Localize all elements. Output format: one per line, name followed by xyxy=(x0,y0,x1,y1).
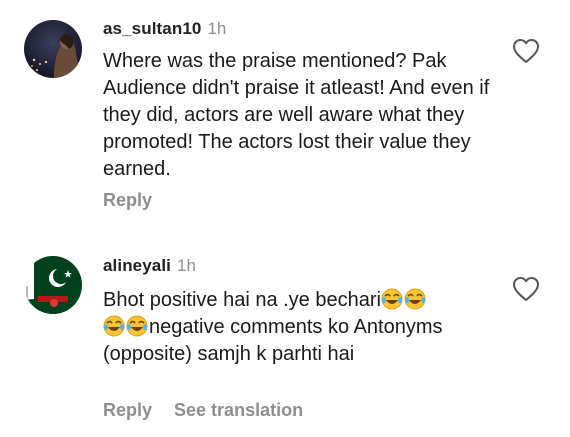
comment-text: Bhot positive hai na .ye bechari negative… xyxy=(103,287,498,368)
face-with-tears-of-joy-icon xyxy=(404,288,426,310)
comment-text-part: negative comments ko Antonyms (opposite)… xyxy=(103,316,443,365)
avatar-photo xyxy=(24,20,82,78)
like-button[interactable] xyxy=(512,276,540,302)
avatar-flag xyxy=(24,256,82,314)
comment-item: alineyali 1h Bhot positive hai na .ye bec… xyxy=(0,230,570,437)
comment-item: as_sultan10 1h Where was the praise menti… xyxy=(0,0,570,230)
heart-outline-icon xyxy=(513,39,539,63)
face-with-tears-of-joy-icon xyxy=(381,288,403,310)
comment-username[interactable]: as_sultan10 xyxy=(103,19,201,38)
like-button[interactable] xyxy=(512,38,540,64)
face-with-tears-of-joy-icon xyxy=(103,315,125,337)
reply-button[interactable]: Reply xyxy=(103,400,152,420)
comment-meta: alineyali 1h xyxy=(103,254,196,277)
face-with-tears-of-joy-icon xyxy=(126,315,148,337)
avatar[interactable] xyxy=(24,256,82,314)
avatar[interactable] xyxy=(24,20,82,78)
comment-time: 1h xyxy=(207,19,227,38)
comment-meta: as_sultan10 1h xyxy=(103,17,226,40)
comment-username[interactable]: alineyali xyxy=(103,256,171,275)
comment-time: 1h xyxy=(177,256,196,275)
comment-text-part: Bhot positive hai na .ye bechari xyxy=(103,289,381,311)
comment-text: Where was the praise mentioned? Pak Audi… xyxy=(103,50,490,180)
heart-outline-icon xyxy=(513,277,539,301)
reply-button[interactable]: Reply xyxy=(103,190,152,210)
see-translation-button[interactable]: See translation xyxy=(174,400,303,420)
comment-actions: Reply See translation xyxy=(103,400,303,421)
comment-actions: Reply xyxy=(103,190,152,211)
